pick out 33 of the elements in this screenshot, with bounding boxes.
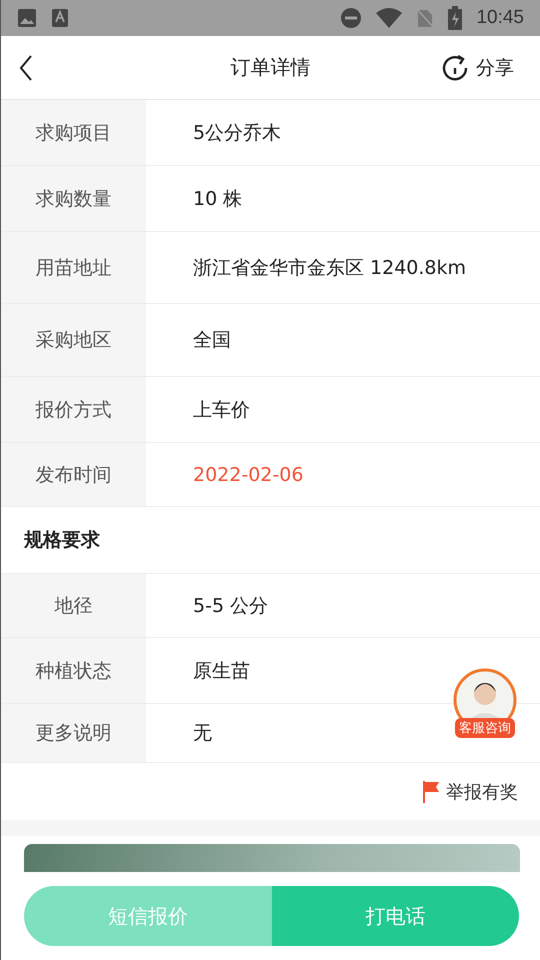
field-value: 原生苗: [193, 658, 250, 684]
field-label: 报价方式: [1, 377, 146, 442]
field-value: 浙江省金华市金东区 1240.8km: [193, 256, 466, 280]
share-icon: [442, 54, 468, 80]
field-value: 5公分乔木: [193, 120, 282, 146]
flag-icon: [422, 780, 440, 804]
clock-time: 10:45: [476, 7, 524, 29]
field-label: 地径: [1, 574, 146, 637]
field-label: 发布时间: [1, 443, 146, 506]
field-value: 5-5 公分: [193, 594, 268, 618]
field-value: 2022-02-06: [193, 464, 304, 486]
field-label: 求购数量: [1, 166, 146, 231]
field-value: 无: [193, 721, 212, 746]
keyboard-icon: [51, 8, 69, 28]
support-label[interactable]: 客服咨询: [455, 718, 515, 738]
back-icon[interactable]: [19, 54, 33, 80]
do-not-disturb-icon: [340, 7, 362, 29]
field-value: 上车价: [193, 398, 250, 422]
share-button[interactable]: 分享: [442, 54, 522, 80]
field-label: 采购地区: [1, 304, 146, 376]
page-title: 订单详情: [230, 54, 310, 81]
image-icon: [17, 8, 37, 28]
battery-icon: [448, 6, 462, 30]
field-label: 用苗地址: [1, 232, 146, 303]
field-value: 全国: [193, 328, 231, 353]
wifi-icon: [376, 8, 402, 28]
report-link[interactable]: 举报有奖: [422, 780, 518, 804]
call-button[interactable]: 打电话: [272, 886, 519, 946]
field-label: 求购项目: [1, 100, 146, 165]
field-label: 更多说明: [1, 704, 146, 762]
field-value: 10 株: [193, 186, 242, 212]
no-sim-icon: [416, 7, 434, 29]
field-label: 种植状态: [1, 638, 146, 703]
